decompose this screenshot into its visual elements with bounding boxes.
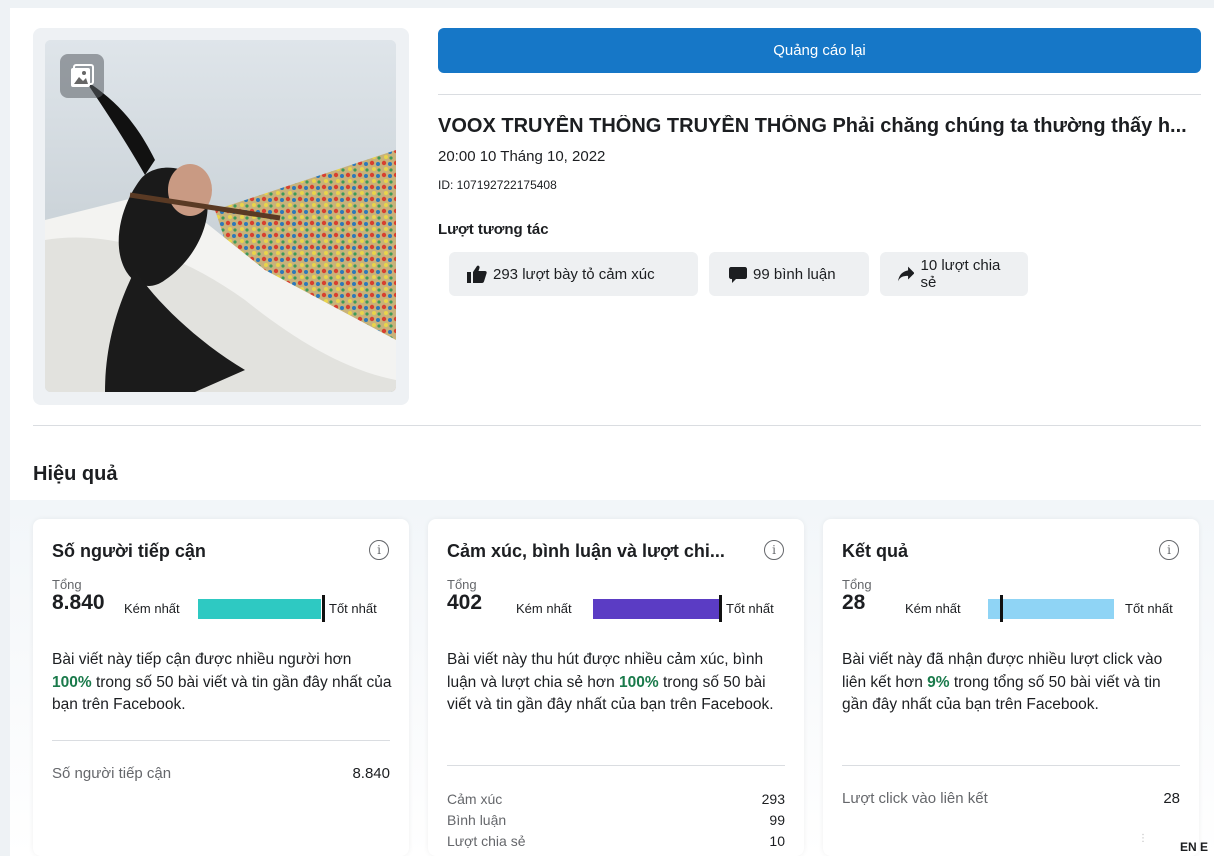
total-label: Tổng bbox=[447, 577, 477, 592]
scale-best-label: Tốt nhất bbox=[329, 601, 377, 616]
divider bbox=[438, 94, 1201, 95]
left-border bbox=[0, 0, 10, 856]
card-description: Bài viết này thu hút được nhiều cảm xúc,… bbox=[447, 651, 774, 713]
performance-bar bbox=[593, 599, 719, 619]
scale-worst-label: Kém nhất bbox=[516, 601, 572, 616]
share-icon bbox=[898, 266, 915, 282]
reach-card: Số người tiếp cận i Tổng 8.840 Kém nhất … bbox=[33, 519, 409, 856]
thumbs-up-icon bbox=[467, 265, 487, 283]
bar-marker bbox=[322, 595, 325, 622]
comments-count: 99 bình luận bbox=[753, 265, 836, 283]
card-divider bbox=[52, 740, 390, 741]
drag-handle-icon: ⋮ bbox=[1138, 833, 1148, 844]
total-value: 402 bbox=[447, 591, 483, 614]
metric-row: Cảm xúc 293 bbox=[447, 791, 785, 807]
language-indicator: EN E bbox=[1180, 840, 1209, 854]
bar-marker bbox=[1000, 595, 1003, 622]
metric-row: Lượt click vào liên kết 28 bbox=[842, 790, 1180, 807]
engagement-label: Lượt tương tác bbox=[438, 221, 549, 238]
info-icon[interactable]: i bbox=[764, 540, 784, 560]
percent-highlight: 100% bbox=[52, 673, 92, 691]
post-date: 20:00 10 Tháng 10, 2022 bbox=[438, 148, 606, 165]
comments-chip[interactable]: 99 bình luận bbox=[709, 252, 869, 296]
post-title: VOOX TRUYỀN THÔNG TRUYỀN THÔNG Phải chăn… bbox=[438, 115, 1187, 137]
performance-bar bbox=[198, 599, 321, 619]
scale-worst-label: Kém nhất bbox=[905, 601, 961, 616]
metric-row: Bình luận 99 bbox=[447, 812, 785, 828]
total-label: Tổng bbox=[842, 577, 872, 592]
post-thumbnail-frame bbox=[33, 28, 409, 405]
percent-highlight: 100% bbox=[619, 673, 659, 691]
engagement-card: Cảm xúc, bình luận và lượt chi... i Tổng… bbox=[428, 519, 804, 856]
reactions-chip[interactable]: 293 lượt bày tỏ cảm xúc bbox=[449, 252, 698, 296]
total-value: 28 bbox=[842, 591, 866, 614]
card-description: Bài viết này đã nhận được nhiều lượt cli… bbox=[842, 651, 1163, 713]
scale-best-label: Tốt nhất bbox=[726, 601, 774, 616]
scale-best-label: Tốt nhất bbox=[1125, 601, 1173, 616]
shares-chip[interactable]: 10 lượt chia sẻ bbox=[880, 252, 1028, 296]
metric-row: Số người tiếp cận 8.840 bbox=[52, 765, 390, 782]
info-icon[interactable]: i bbox=[369, 540, 389, 560]
reactions-count: 293 lượt bày tỏ cảm xúc bbox=[493, 265, 655, 283]
card-divider bbox=[447, 765, 785, 766]
scale-worst-label: Kém nhất bbox=[124, 601, 180, 616]
percent-highlight: 9% bbox=[927, 673, 950, 691]
card-title: Cảm xúc, bình luận và lượt chi... bbox=[447, 541, 725, 561]
performance-title: Hiệu quả bbox=[33, 463, 118, 485]
post-id: ID: 107192722175408 bbox=[438, 178, 557, 192]
section-divider bbox=[33, 425, 1201, 426]
results-card: Kết quả i Tổng 28 Kém nhất Tốt nhất Bài … bbox=[823, 519, 1199, 856]
shares-count: 10 lượt chia sẻ bbox=[920, 257, 1001, 291]
total-value: 8.840 bbox=[52, 591, 105, 614]
performance-bar bbox=[988, 599, 1114, 619]
multi-photo-icon bbox=[60, 54, 104, 98]
post-thumbnail[interactable] bbox=[45, 40, 396, 392]
card-description: Bài viết này tiếp cận được nhiều người h… bbox=[52, 651, 392, 713]
comment-icon bbox=[729, 266, 747, 283]
bar-marker bbox=[719, 595, 722, 622]
top-border bbox=[0, 0, 1214, 8]
info-icon[interactable]: i bbox=[1159, 540, 1179, 560]
card-title: Kết quả bbox=[842, 541, 909, 561]
total-label: Tổng bbox=[52, 577, 82, 592]
boost-again-button[interactable]: Quảng cáo lại bbox=[438, 28, 1201, 73]
card-title: Số người tiếp cận bbox=[52, 541, 206, 561]
metric-row: Lượt chia sẻ 10 bbox=[447, 833, 785, 849]
card-divider bbox=[842, 765, 1180, 766]
